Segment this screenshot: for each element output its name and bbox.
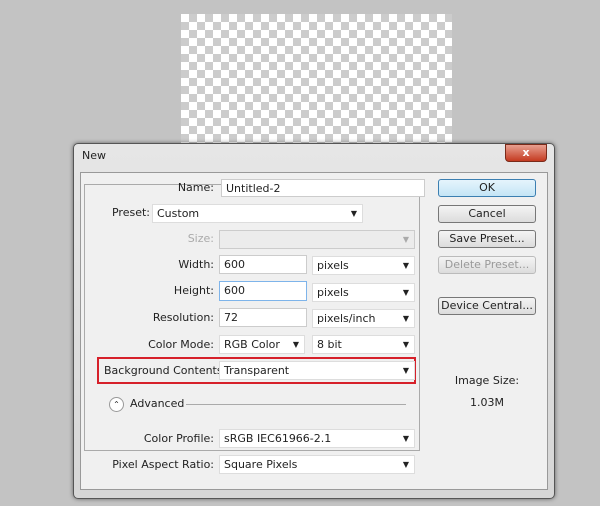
width-unit-value: pixels — [317, 259, 349, 272]
height-label: Height: — [173, 284, 214, 297]
color-profile-value: sRGB IEC61966-2.1 — [224, 432, 332, 445]
ok-button[interactable]: OK — [438, 179, 536, 197]
color-mode-label: Color Mode: — [148, 338, 214, 351]
dropdown-arrow-icon: ▼ — [402, 261, 409, 270]
width-label: Width: — [178, 258, 214, 271]
pixel-aspect-ratio-value: Square Pixels — [224, 458, 298, 471]
dialog-title: New — [82, 149, 106, 162]
color-mode-select[interactable]: RGB Color ▼ — [219, 335, 305, 354]
size-label: Size: — [187, 232, 214, 245]
advanced-divider — [186, 404, 406, 405]
height-input[interactable]: 600 — [219, 281, 307, 301]
dropdown-arrow-icon: ▼ — [350, 209, 357, 218]
resolution-label: Resolution: — [152, 311, 214, 324]
size-select[interactable]: ▼ — [219, 230, 415, 249]
preset-select[interactable]: Custom ▼ — [152, 204, 363, 223]
image-size-value: 1.03M — [470, 396, 504, 409]
image-size-label: Image Size: — [454, 374, 520, 387]
collapse-advanced-icon[interactable]: ⌃ — [109, 397, 124, 412]
preset-value: Custom — [157, 207, 200, 220]
dropdown-arrow-icon: ▼ — [402, 288, 409, 297]
new-document-dialog: New x Name: Untitled-2 Preset: Custom ▼ S… — [73, 143, 555, 499]
transparent-canvas — [181, 14, 452, 154]
delete-preset-button: Delete Preset... — [438, 256, 536, 274]
advanced-label: Advanced — [130, 397, 185, 410]
resolution-unit-value: pixels/inch — [317, 312, 376, 325]
save-preset-button[interactable]: Save Preset... — [438, 230, 536, 248]
color-profile-label: Color Profile: — [143, 432, 214, 445]
close-button[interactable]: x — [505, 144, 547, 162]
bit-depth-select[interactable]: 8 bit ▼ — [312, 335, 415, 354]
width-unit-select[interactable]: pixels ▼ — [312, 256, 415, 275]
cancel-button[interactable]: Cancel — [438, 205, 536, 223]
dropdown-arrow-icon: ▼ — [402, 460, 409, 469]
dropdown-arrow-icon: ▼ — [402, 366, 409, 375]
height-unit-select[interactable]: pixels ▼ — [312, 283, 415, 302]
pixel-aspect-ratio-select[interactable]: Square Pixels ▼ — [219, 455, 415, 474]
width-input[interactable]: 600 — [219, 255, 307, 274]
background-contents-label: Background Contents: — [104, 364, 227, 377]
color-profile-select[interactable]: sRGB IEC61966-2.1 ▼ — [219, 429, 415, 448]
name-label: Name: — [177, 181, 214, 194]
resolution-input[interactable]: 72 — [219, 308, 307, 327]
resolution-unit-select[interactable]: pixels/inch ▼ — [312, 309, 415, 328]
name-input[interactable]: Untitled-2 — [221, 179, 425, 197]
dropdown-arrow-icon: ▼ — [402, 235, 409, 244]
background-contents-value: Transparent — [224, 364, 290, 377]
dropdown-arrow-icon: ▼ — [402, 340, 409, 349]
bit-depth-value: 8 bit — [317, 338, 342, 351]
pixel-aspect-ratio-label: Pixel Aspect Ratio: — [112, 458, 214, 471]
background-contents-select[interactable]: Transparent ▼ — [219, 361, 415, 380]
dropdown-arrow-icon: ▼ — [402, 314, 409, 323]
dropdown-arrow-icon: ▼ — [402, 434, 409, 443]
dropdown-arrow-icon: ▼ — [292, 340, 299, 349]
device-central-button[interactable]: Device Central... — [438, 297, 536, 315]
color-mode-value: RGB Color — [224, 338, 280, 351]
height-unit-value: pixels — [317, 286, 349, 299]
preset-label: Preset: — [92, 204, 150, 222]
